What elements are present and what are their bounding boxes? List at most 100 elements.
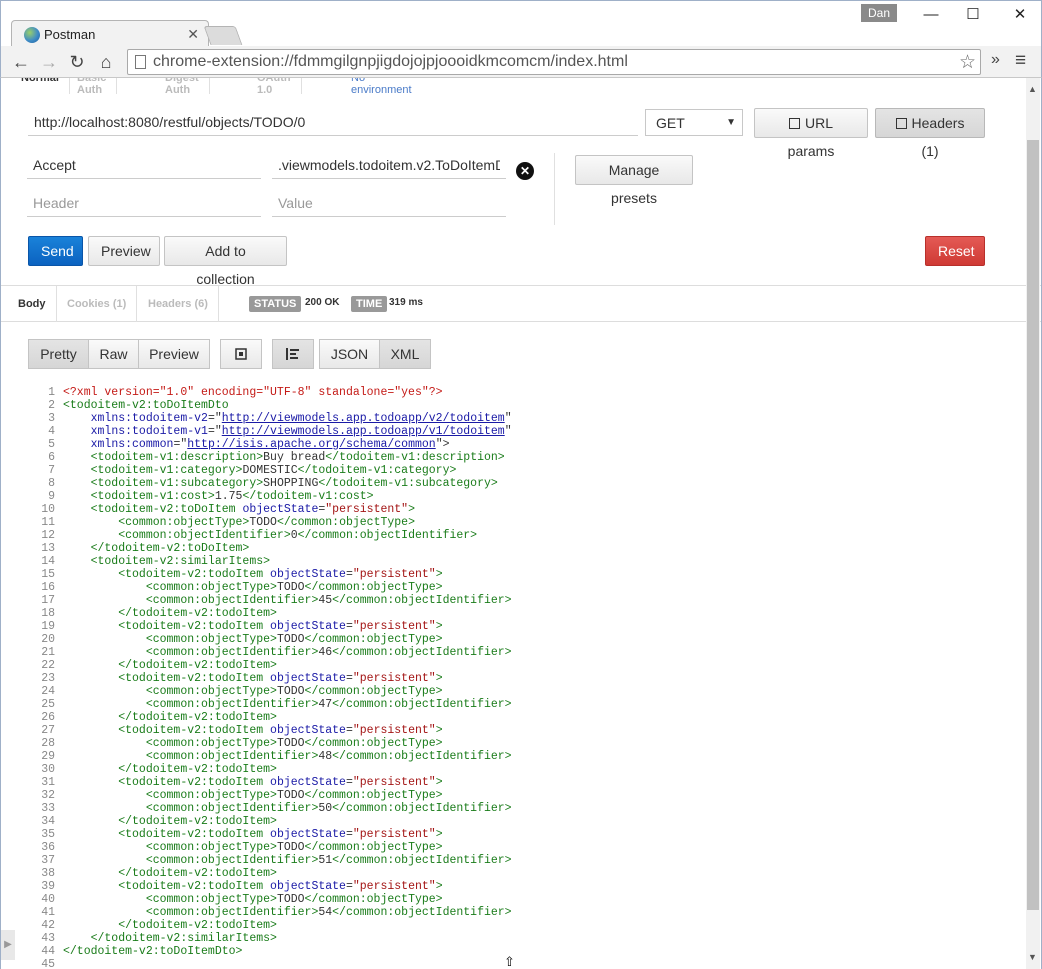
add-to-collection-button[interactable]: Add to collection <box>164 236 287 287</box>
code-token: TODO <box>276 685 305 698</box>
response-tab-headers[interactable]: Headers (6) <box>138 286 219 322</box>
code-token: </common:objectType> <box>304 893 443 906</box>
address-bar[interactable]: chrome-extension://fdmmgilgnpjigdojojpjo… <box>127 49 981 75</box>
preview-response-button[interactable]: Preview <box>138 339 210 369</box>
browser-tab-postman[interactable]: Postman ✕ <box>11 20 209 47</box>
code-token: <common:objectType> <box>63 841 277 854</box>
code-token: </todoitem-v2:todoItem> <box>63 607 277 620</box>
extensions-overflow-icon[interactable]: » <box>991 51 1000 69</box>
header-key-input[interactable] <box>27 151 261 179</box>
remove-header-icon[interactable]: ✕ <box>516 162 534 180</box>
scrollbar-thumb[interactable] <box>1027 140 1039 910</box>
tab-title: Postman <box>44 27 96 42</box>
code-token: <todoitem-v2:todoItem <box>63 568 271 581</box>
environment-selector[interactable]: No environment <box>341 78 422 96</box>
headers-button[interactable]: Headers (1) <box>875 108 985 159</box>
pretty-button[interactable]: Pretty <box>28 339 89 369</box>
code-token: " <box>504 425 512 438</box>
scroll-down-icon[interactable]: ▼ <box>1028 952 1037 962</box>
code-line: </todoitem-v2:toDoItem> <box>63 542 250 555</box>
maximize-icon[interactable]: ☐ <box>959 4 987 26</box>
tab-close-icon[interactable]: ✕ <box>187 26 199 43</box>
line-number: 18 <box>41 607 55 620</box>
code-token: > <box>408 503 415 516</box>
back-arrow-icon[interactable]: ← <box>9 50 33 74</box>
code-token: <common:objectIdentifier> <box>63 906 319 919</box>
new-header-key-input[interactable] <box>27 189 261 217</box>
home-icon[interactable]: ⌂ <box>94 50 118 74</box>
scroll-up-icon[interactable]: ▲ <box>1028 84 1037 94</box>
reset-button[interactable]: Reset <box>925 236 985 266</box>
send-button[interactable]: Send <box>28 236 83 266</box>
json-button[interactable]: JSON <box>319 339 380 369</box>
code-token: </common:objectIdentifier> <box>332 646 512 659</box>
url-params-button[interactable]: URL params <box>754 108 868 159</box>
forward-arrow-icon[interactable]: → <box>37 50 61 74</box>
code-line: <todoitem-v1:cost>1.75</todoitem-v1:cost… <box>63 490 374 503</box>
auth-tab-normal[interactable]: Normal <box>11 78 70 94</box>
wrap-lines-button[interactable] <box>272 339 314 369</box>
code-token: > <box>435 620 443 633</box>
profile-badge[interactable]: Dan <box>861 4 897 22</box>
code-token: </common:objectIdentifier> <box>297 529 478 542</box>
minimize-icon[interactable]: — <box>917 4 945 26</box>
auth-tab-basic[interactable]: Basic Auth <box>67 78 118 96</box>
code-token: <?xml version="1.0" encoding="UTF-8" sta… <box>63 386 443 399</box>
preview-button[interactable]: Preview <box>88 236 160 266</box>
bookmark-star-icon[interactable]: ☆ <box>959 51 976 74</box>
code-token: </common:objectType> <box>276 516 415 529</box>
sidebar-toggle-icon[interactable]: ▶ <box>1 930 15 960</box>
response-tab-body[interactable]: Body <box>8 286 57 322</box>
response-tab-cookies[interactable]: Cookies (1) <box>57 286 138 322</box>
line-number: 26 <box>41 711 55 724</box>
code-token: =" <box>173 438 188 451</box>
code-token: TODO <box>276 737 305 750</box>
new-tab-button[interactable] <box>203 26 243 45</box>
code-line: <common:objectIdentifier>47</common:obje… <box>63 698 512 711</box>
code-token: SHOPPING <box>263 477 319 490</box>
line-number: 29 <box>41 750 55 763</box>
code-token: </common:objectIdentifier> <box>332 594 512 607</box>
code-token: </common:objectType> <box>304 841 443 854</box>
code-token: objectState <box>270 776 346 789</box>
code-link[interactable]: http://viewmodels.app.todoapp/v1/todoite… <box>222 425 505 438</box>
new-header-value-input[interactable] <box>272 189 506 217</box>
manage-presets-button[interactable]: Manage presets <box>575 155 693 206</box>
code-line: xmlns:todoitem-v2="http://viewmodels.app… <box>63 412 512 425</box>
line-number: 6 <box>48 451 55 464</box>
code-token: </todoitem-v2:toDoItemDto> <box>63 945 243 958</box>
code-link[interactable]: http://isis.apache.org/schema/common <box>187 438 435 451</box>
raw-button[interactable]: Raw <box>88 339 139 369</box>
code-line: <common:objectType>TODO</common:objectTy… <box>63 789 443 802</box>
code-token: DOMESTIC <box>242 464 298 477</box>
scrollbar[interactable]: ▲ ▼ <box>1026 78 1040 969</box>
code-line: <common:objectIdentifier>45</common:obje… <box>63 594 512 607</box>
code-token: = <box>345 620 353 633</box>
code-token: = <box>345 828 353 841</box>
browser-titlebar: Postman ✕ Dan — ☐ ✕ <box>0 0 1042 47</box>
response-code-view[interactable]: 1 <?xml version="1.0" encoding="UTF-8" st… <box>28 380 1008 969</box>
auth-tab-digest[interactable]: Digest Auth <box>155 78 210 96</box>
code-token: </todoitem-v2:toDoItem> <box>63 542 250 555</box>
code-line: <common:objectType>TODO</common:objectTy… <box>63 581 443 594</box>
code-token: > <box>435 568 443 581</box>
method-value: GET <box>656 115 685 131</box>
method-select[interactable]: GET ▼ <box>645 109 743 136</box>
fullscreen-button[interactable] <box>220 339 262 369</box>
line-number: 5 <box>48 438 55 451</box>
chrome-menu-icon[interactable]: ≡ <box>1015 50 1026 72</box>
code-token: objectState <box>270 880 346 893</box>
code-line: xmlns:todoitem-v1="http://viewmodels.app… <box>63 425 512 438</box>
code-line: </todoitem-v2:toDoItemDto> <box>63 945 242 958</box>
reload-icon[interactable]: ↻ <box>65 50 89 74</box>
line-number: 16 <box>41 581 55 594</box>
code-token: <todoitem-v2:similarItems> <box>63 555 271 568</box>
code-line: <common:objectType>TODO</common:objectTy… <box>63 516 415 529</box>
request-url-input[interactable] <box>28 108 638 136</box>
window-close-icon[interactable]: ✕ <box>1006 4 1034 26</box>
xml-button[interactable]: XML <box>379 339 431 369</box>
header-value-input[interactable] <box>272 151 506 179</box>
code-link[interactable]: http://viewmodels.app.todoapp/v2/todoite… <box>222 412 505 425</box>
auth-tab-oauth[interactable]: OAuth 1.0 <box>247 78 302 96</box>
line-number: 34 <box>41 815 55 828</box>
